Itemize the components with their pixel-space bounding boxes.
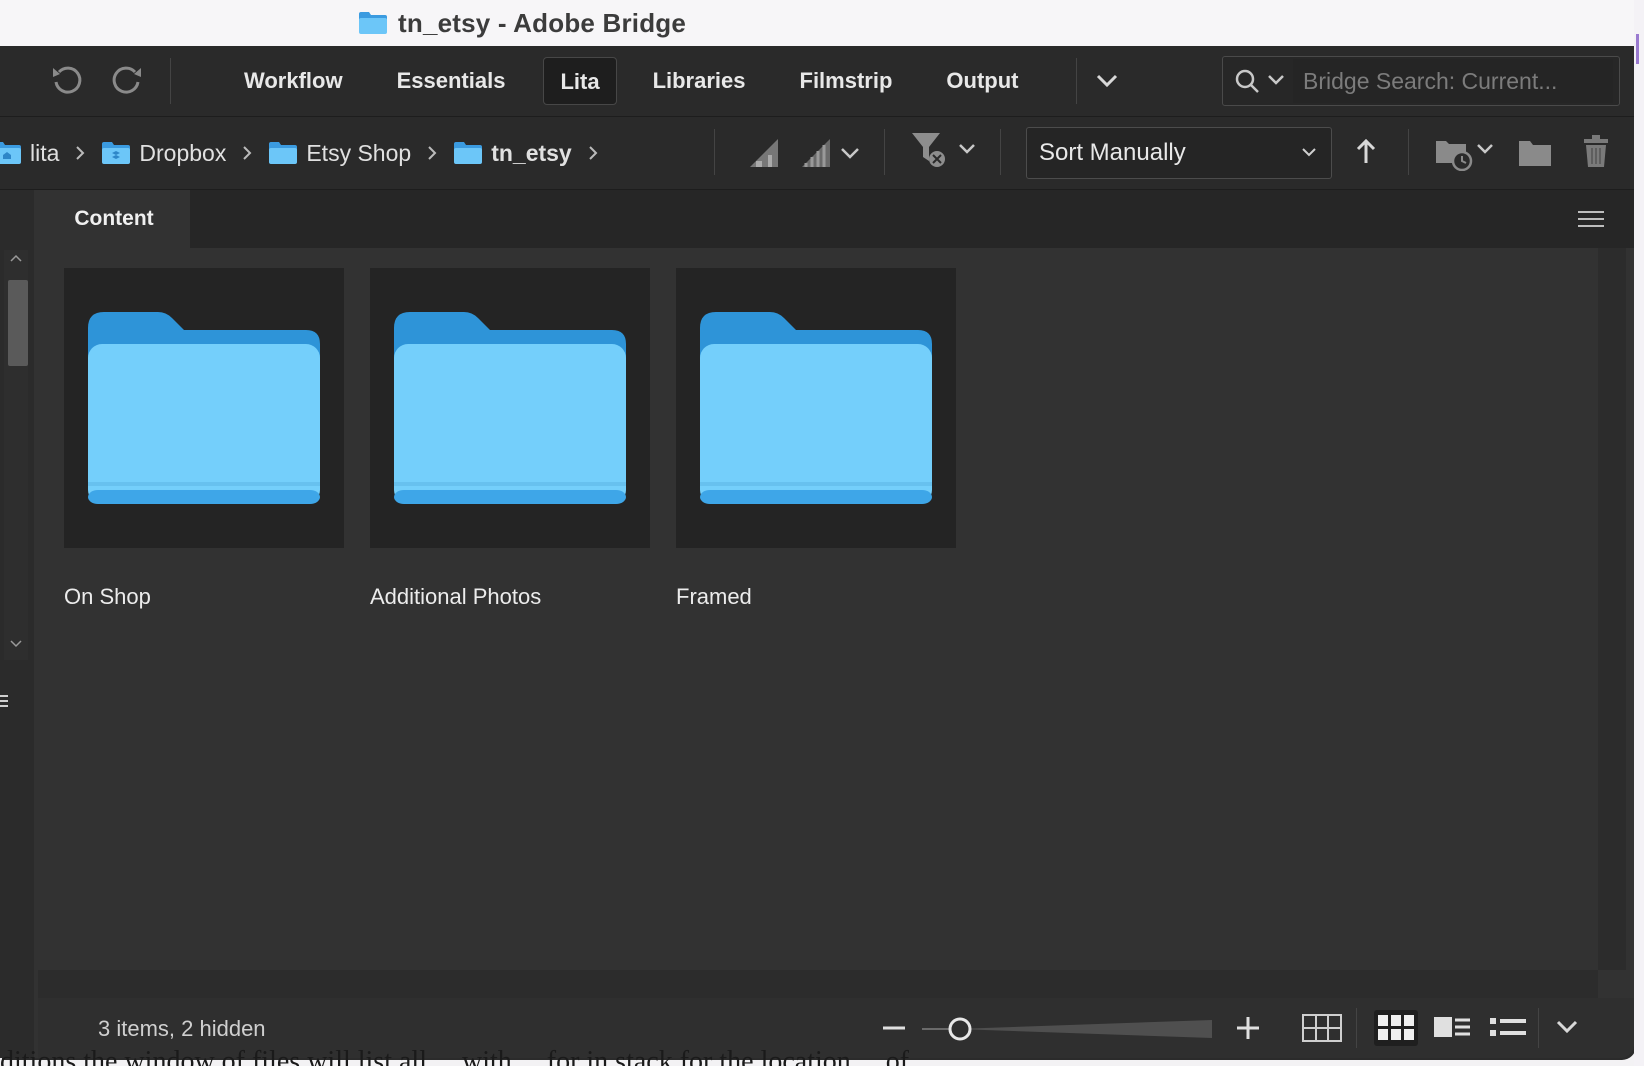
tab-content[interactable]: Content xyxy=(38,190,190,248)
grid-lock-view-button[interactable] xyxy=(1300,1010,1344,1046)
content-vertical-scrollbar[interactable] xyxy=(1598,248,1626,970)
breadcrumb-label: lita xyxy=(30,139,60,166)
trash-icon[interactable] xyxy=(1580,133,1612,169)
redo-icon xyxy=(112,66,141,94)
content-panel: Content On Shop Additional Photos Framed… xyxy=(38,190,1634,1058)
path-toolbar: lita Dropbox Etsy Shop tn_etsy Sort Manu… xyxy=(0,117,1634,190)
details-view-button[interactable] xyxy=(1430,1010,1474,1046)
toolbar-divider xyxy=(1000,129,1001,175)
content-grid: On Shop Additional Photos Framed xyxy=(38,248,1598,970)
adobe-bridge-window: tn_etsy - Adobe Bridge Workflow Essentia… xyxy=(0,0,1634,1058)
left-scrollbar[interactable] xyxy=(4,250,28,660)
toolbar-divider xyxy=(1076,58,1077,104)
undo-icon xyxy=(53,66,82,94)
folder-icon xyxy=(700,312,932,504)
search-input[interactable] xyxy=(1293,59,1613,103)
recent-folders-icon[interactable] xyxy=(1434,133,1498,171)
workspace-tabs: Workflow Essentials Lita Libraries Films… xyxy=(228,56,1057,106)
breadcrumb: lita Dropbox Etsy Shop tn_etsy xyxy=(0,131,614,175)
status-divider xyxy=(1538,1008,1539,1048)
breadcrumb-label: Dropbox xyxy=(139,139,227,166)
toolbar-divider xyxy=(1408,129,1409,175)
list-view-button[interactable] xyxy=(1486,1010,1530,1046)
status-divider xyxy=(1356,1008,1357,1048)
breadcrumb-item-etsy-shop[interactable]: Etsy Shop xyxy=(268,140,411,167)
workspace-tab-lita[interactable]: Lita xyxy=(543,57,617,105)
workspace-tab-filmstrip[interactable]: Filmstrip xyxy=(784,57,909,105)
panel-tab-bar: Content xyxy=(38,190,1634,248)
sort-dropdown-value: Sort Manually xyxy=(1039,139,1186,166)
title-bar[interactable]: tn_etsy - Adobe Bridge xyxy=(0,0,1634,47)
scroll-up-arrow-icon[interactable] xyxy=(8,252,24,264)
folder-icon xyxy=(454,142,483,164)
workspace-more-chevron-icon[interactable] xyxy=(1092,68,1122,94)
sort-ascending-arrow-icon[interactable] xyxy=(1354,137,1378,167)
search-box xyxy=(1222,56,1620,106)
ratings-filter-icon[interactable] xyxy=(800,137,864,169)
workspace-tab-essentials[interactable]: Essentials xyxy=(381,57,522,105)
dropbox-folder-icon xyxy=(102,142,131,164)
breadcrumb-item-tn-etsy[interactable]: tn_etsy xyxy=(453,140,572,167)
filter-items-icon[interactable] xyxy=(910,131,980,171)
new-folder-icon[interactable] xyxy=(1518,139,1552,167)
chevron-right-icon xyxy=(76,146,85,160)
scroll-down-arrow-icon[interactable] xyxy=(8,638,24,650)
panel-menu-icon[interactable] xyxy=(0,692,10,710)
folder-label-additional-photos: Additional Photos xyxy=(370,584,542,609)
thumbnail-view-button[interactable] xyxy=(1374,1010,1418,1046)
thumbnail-size-slider[interactable] xyxy=(922,1014,1212,1044)
toolbar-divider xyxy=(714,129,715,175)
folder-label-framed: Framed xyxy=(676,584,752,609)
home-folder-icon xyxy=(0,142,21,164)
desktop-accent xyxy=(1636,34,1639,64)
panel-options-menu-icon[interactable] xyxy=(1578,210,1604,228)
folder-thumbnail-additional-photos[interactable] xyxy=(370,268,650,548)
sort-dropdown[interactable]: Sort Manually xyxy=(1026,127,1332,179)
breadcrumb-label: tn_etsy xyxy=(491,139,572,166)
breadcrumb-item-lita[interactable]: lita xyxy=(0,140,59,167)
breadcrumb-item-dropbox[interactable]: Dropbox xyxy=(101,140,226,167)
folder-icon xyxy=(359,12,387,34)
zoom-in-plus-icon[interactable] xyxy=(1234,1014,1262,1042)
chevron-down-icon xyxy=(1302,148,1316,157)
grid-lock-icon xyxy=(1302,1014,1342,1042)
details-view-icon xyxy=(1434,1017,1470,1037)
toolbar-divider xyxy=(884,129,885,175)
folder-icon xyxy=(88,312,320,504)
window-title: tn_etsy - Adobe Bridge xyxy=(398,7,687,38)
workspace-tab-libraries[interactable]: Libraries xyxy=(637,57,762,105)
undo-button[interactable] xyxy=(42,56,90,104)
workspace-tab-workflow[interactable]: Workflow xyxy=(228,57,359,105)
redo-button[interactable] xyxy=(104,56,152,104)
scroll-thumb[interactable] xyxy=(8,280,28,366)
thumbnail-grid-icon xyxy=(1378,1015,1414,1040)
item-count-status: 3 items, 2 hidden xyxy=(98,1016,266,1041)
folder-thumbnail-on-shop[interactable] xyxy=(64,268,344,548)
chevron-right-icon xyxy=(428,146,437,160)
folder-icon xyxy=(394,312,626,504)
desktop-edge xyxy=(1634,0,1644,1066)
workspace-toolbar: Workflow Essentials Lita Libraries Films… xyxy=(0,46,1634,117)
view-options-chevron-down-icon[interactable] xyxy=(1554,1018,1580,1036)
left-panel-strip xyxy=(0,190,34,1058)
zoom-out-minus-icon[interactable] xyxy=(880,1014,908,1042)
folder-icon xyxy=(269,142,298,164)
search-icon[interactable] xyxy=(1233,67,1297,95)
workspace-tab-output[interactable]: Output xyxy=(930,57,1034,105)
slider-knob[interactable] xyxy=(948,1017,972,1041)
list-view-icon xyxy=(1490,1018,1526,1036)
breadcrumb-label: Etsy Shop xyxy=(306,139,412,166)
toolbar-divider xyxy=(170,58,171,104)
chevron-right-icon xyxy=(243,146,252,160)
folder-thumbnail-framed[interactable] xyxy=(676,268,956,548)
content-horizontal-scrollbar[interactable] xyxy=(38,970,1598,998)
underlying-document-text: ditions the window of files will list al… xyxy=(0,1046,910,1066)
chevron-right-icon[interactable] xyxy=(586,144,600,162)
folder-label-on-shop: On Shop xyxy=(64,584,151,609)
thumbnail-quality-icon[interactable] xyxy=(748,137,782,169)
